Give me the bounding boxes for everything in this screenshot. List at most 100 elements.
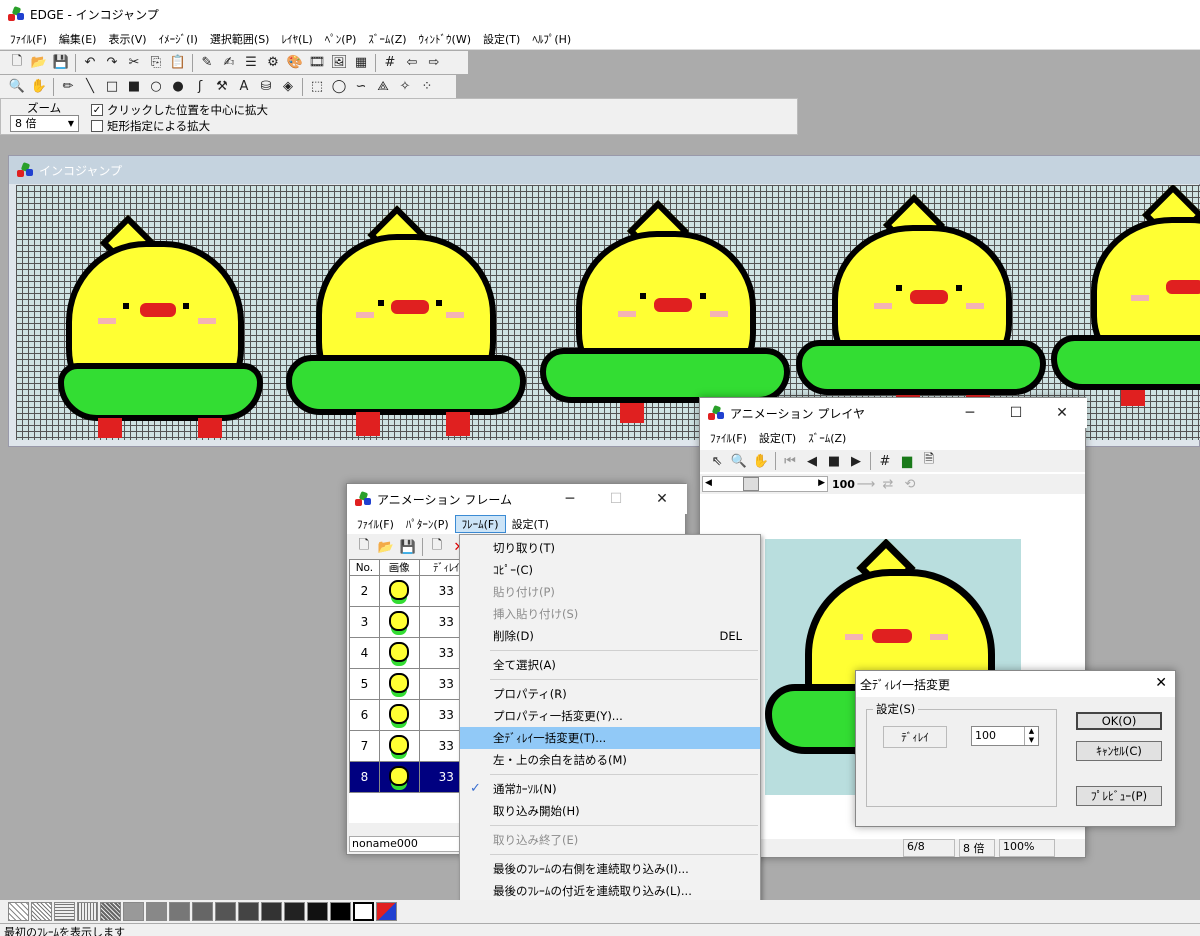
magnifier-icon[interactable]: 🔍 bbox=[6, 76, 28, 97]
pattern-swatch[interactable] bbox=[307, 902, 328, 921]
menu-item-cut[interactable]: 切り取り(T) bbox=[460, 537, 760, 559]
document-icon[interactable]: 🗎 bbox=[918, 451, 940, 472]
frame-menu-frame[interactable]: ﾌﾚｰﾑ(F) bbox=[454, 515, 506, 533]
menu-selection[interactable]: 選択範囲(S) bbox=[204, 31, 276, 47]
arrow-left-icon[interactable]: ⇦ bbox=[401, 52, 423, 73]
player-menu-file[interactable]: ﾌｧｲﾙ(F) bbox=[704, 430, 753, 446]
filled-rectangle-icon[interactable]: ■ bbox=[123, 76, 145, 97]
play-icon[interactable]: ▶ bbox=[845, 451, 867, 472]
magnifier-icon[interactable]: 🔍 bbox=[728, 451, 750, 472]
line-icon[interactable]: ╲ bbox=[79, 76, 101, 97]
pattern-swatch[interactable] bbox=[31, 902, 52, 921]
loop-icon[interactable]: ⟲ bbox=[899, 474, 921, 495]
lasso-icon[interactable]: ∽ bbox=[350, 76, 372, 97]
step-back-icon[interactable]: ◀ bbox=[801, 451, 823, 472]
menu-item-delay-bulk[interactable]: 全ﾃﾞｨﾚｲ一括変更(T)... bbox=[460, 727, 760, 749]
player-menu-zoom[interactable]: ｽﾞｰﾑ(Z) bbox=[802, 430, 852, 446]
table-row[interactable]: 3 33 bbox=[349, 606, 461, 638]
slider-right-icon[interactable]: ▶ bbox=[818, 478, 825, 488]
menu-item-capture-right[interactable]: 最後のﾌﾚｰﾑの右側を連続取り込み(I)... bbox=[460, 858, 760, 880]
ellipse-select-icon[interactable]: ◯ bbox=[328, 76, 350, 97]
menu-item-delete[interactable]: 削除(D) DEL bbox=[460, 625, 760, 647]
grid-toggle-icon[interactable]: # bbox=[379, 52, 401, 73]
background-color-icon[interactable]: ▆ bbox=[896, 451, 918, 472]
table-row[interactable]: 4 33 bbox=[349, 637, 461, 669]
zoom-center-option[interactable]: ✓ クリックした位置を中心に拡大 bbox=[91, 102, 268, 118]
redo-icon[interactable]: ↷ bbox=[101, 52, 123, 73]
save-icon[interactable]: 💾 bbox=[397, 537, 419, 558]
pencil-icon[interactable]: ✏ bbox=[57, 76, 79, 97]
cut-icon[interactable]: ✂ bbox=[123, 52, 145, 73]
column-header-no[interactable]: No. bbox=[349, 559, 380, 576]
brush-icon[interactable]: ✍ bbox=[218, 52, 240, 73]
rewind-icon[interactable]: ⏮ bbox=[779, 451, 801, 472]
minimize-icon[interactable]: ─ bbox=[947, 398, 993, 428]
pen-tool-icon[interactable]: ✎ bbox=[196, 52, 218, 73]
pattern-swatch[interactable] bbox=[123, 902, 144, 921]
pointer-icon[interactable]: ⇖ bbox=[706, 451, 728, 472]
layer-icon[interactable]: ☰ bbox=[240, 52, 262, 73]
pattern-swatch[interactable] bbox=[215, 902, 236, 921]
pattern-swatch[interactable] bbox=[192, 902, 213, 921]
ellipse-icon[interactable]: ○ bbox=[145, 76, 167, 97]
ok-button[interactable]: OK(O) bbox=[1076, 712, 1162, 730]
pattern-swatch[interactable] bbox=[261, 902, 282, 921]
table-row[interactable]: 2 33 bbox=[349, 575, 461, 607]
fill-icon[interactable]: ◈ bbox=[277, 76, 299, 97]
spin-arrows-icon[interactable]: ▲ ▼ bbox=[1024, 727, 1038, 745]
menu-item-properties[interactable]: プロパティ(R) bbox=[460, 683, 760, 705]
pattern-swatch[interactable] bbox=[146, 902, 167, 921]
pattern-swatch[interactable] bbox=[330, 902, 351, 921]
pattern-swatch[interactable] bbox=[169, 902, 190, 921]
rect-select-icon[interactable]: ⬚ bbox=[306, 76, 328, 97]
settings-gear-icon[interactable]: ⚙ bbox=[262, 52, 284, 73]
menu-file[interactable]: ﾌｧｲﾙ(F) bbox=[4, 31, 53, 47]
pattern-swatch-selected[interactable] bbox=[353, 902, 374, 921]
menu-item-select-all[interactable]: 全て選択(A) bbox=[460, 654, 760, 676]
new-file-icon[interactable]: 🗋 bbox=[353, 537, 375, 558]
player-menu-settings[interactable]: 設定(T) bbox=[753, 430, 802, 446]
menu-item-capture-start[interactable]: 取り込み開始(H) bbox=[460, 800, 760, 822]
new-file-icon[interactable]: 🗋 bbox=[6, 52, 28, 73]
rectangle-icon[interactable]: □ bbox=[101, 76, 123, 97]
paste-icon[interactable]: 📋 bbox=[167, 52, 189, 73]
table-row[interactable]: 5 33 bbox=[349, 668, 461, 700]
table-row[interactable]: 7 33 bbox=[349, 730, 461, 762]
curve-icon[interactable]: ʃ bbox=[189, 76, 211, 97]
pattern-swatch[interactable] bbox=[8, 902, 29, 921]
film-icon[interactable]: 🎞 bbox=[306, 52, 328, 73]
maximize-icon[interactable]: ☐ bbox=[993, 398, 1039, 428]
zoom-center-checkbox[interactable]: ✓ bbox=[91, 104, 103, 116]
menu-pen[interactable]: ﾍﾟﾝ(P) bbox=[319, 31, 363, 47]
pattern-swatch[interactable] bbox=[54, 902, 75, 921]
magic-wand-icon[interactable]: ✧ bbox=[394, 76, 416, 97]
filled-ellipse-icon[interactable]: ● bbox=[167, 76, 189, 97]
menu-item-trim-margins[interactable]: 左・上の余白を詰める(M) bbox=[460, 749, 760, 771]
delay-input[interactable]: 100 ▲ ▼ bbox=[971, 726, 1039, 746]
hand-icon[interactable]: ✋ bbox=[750, 451, 772, 472]
slider-thumb[interactable] bbox=[743, 477, 759, 491]
arrow-right-icon[interactable]: ⇨ bbox=[423, 52, 445, 73]
close-icon[interactable]: ✕ bbox=[1039, 398, 1085, 428]
zoom-rect-option[interactable]: 矩形指定による拡大 bbox=[91, 118, 210, 134]
open-folder-icon[interactable]: 📂 bbox=[375, 537, 397, 558]
menu-zoom[interactable]: ｽﾞｰﾑ(Z) bbox=[362, 31, 412, 47]
frame-menu-settings[interactable]: 設定(T) bbox=[506, 516, 555, 532]
save-icon[interactable]: 💾 bbox=[50, 52, 72, 73]
cancel-button[interactable]: ｷｬﾝｾﾙ(C) bbox=[1076, 741, 1162, 761]
menu-image[interactable]: ｲﾒｰｼﾞ(I) bbox=[153, 31, 204, 47]
copy-icon[interactable]: ⎘ bbox=[145, 52, 167, 73]
select-pattern-icon[interactable]: ⁘ bbox=[416, 76, 438, 97]
hammer-icon[interactable]: ⚒ bbox=[211, 76, 233, 97]
zoom-rect-checkbox[interactable] bbox=[91, 120, 103, 132]
image-window-icon[interactable]: 🖼 bbox=[328, 52, 350, 73]
menu-help[interactable]: ﾍﾙﾌﾟ(H) bbox=[526, 31, 577, 47]
pattern-swatch[interactable] bbox=[238, 902, 259, 921]
text-icon[interactable]: A bbox=[233, 76, 255, 97]
column-header-delay[interactable]: ﾃﾞｨﾚｲ bbox=[418, 559, 461, 576]
pattern-swatch[interactable] bbox=[77, 902, 98, 921]
menu-item-normal-cursor[interactable]: ✓ 通常ｶｰｿﾙ(N) bbox=[460, 778, 760, 800]
close-icon[interactable]: ✕ bbox=[1155, 675, 1167, 691]
open-folder-icon[interactable]: 📂 bbox=[28, 52, 50, 73]
menu-item-copy[interactable]: ｺﾋﾟｰ(C) bbox=[460, 559, 760, 581]
